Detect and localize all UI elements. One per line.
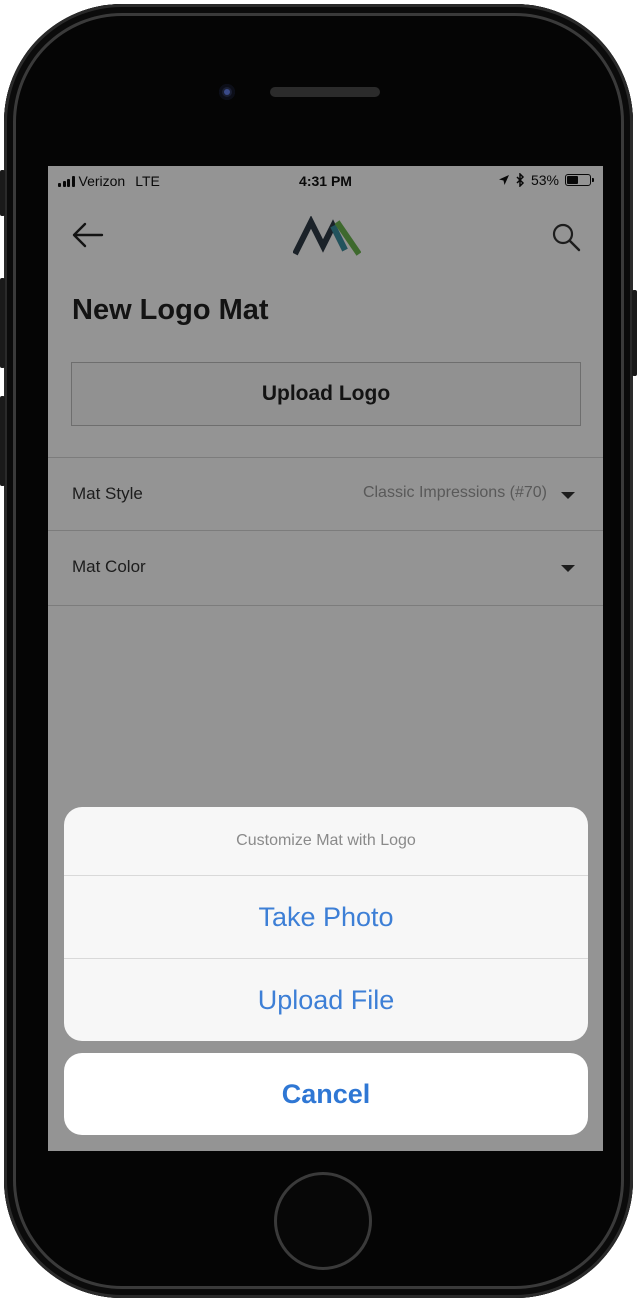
action-sheet-title: Customize Mat with Logo xyxy=(236,832,416,849)
volume-up-button xyxy=(0,278,5,368)
power-button xyxy=(632,290,637,376)
action-sheet: Customize Mat with Logo Take Photo Uploa… xyxy=(64,807,588,1041)
front-camera xyxy=(219,84,235,100)
phone-frame: Verizon LTE 4:31 PM 53% New Logo Mat Upl… xyxy=(4,4,633,1298)
volume-down-button xyxy=(0,396,5,486)
take-photo-button[interactable]: Take Photo xyxy=(64,876,588,958)
earpiece-speaker xyxy=(270,87,380,97)
phone-screen: Verizon LTE 4:31 PM 53% New Logo Mat Upl… xyxy=(48,166,603,1151)
cancel-button[interactable]: Cancel xyxy=(64,1053,588,1135)
home-button[interactable] xyxy=(274,1172,372,1270)
mute-switch xyxy=(0,170,5,216)
upload-file-button[interactable]: Upload File xyxy=(64,959,588,1041)
